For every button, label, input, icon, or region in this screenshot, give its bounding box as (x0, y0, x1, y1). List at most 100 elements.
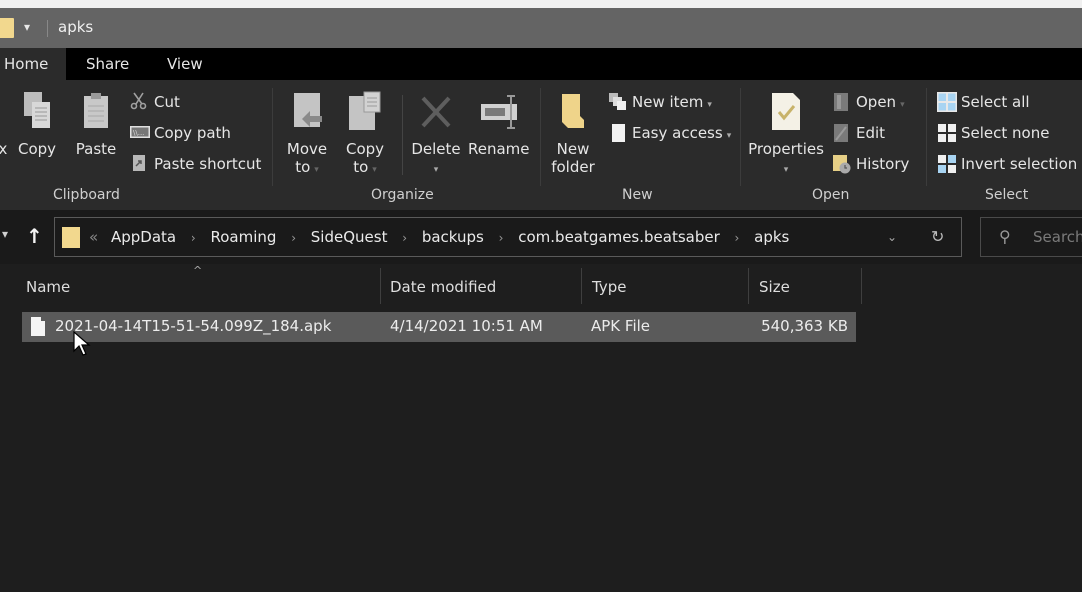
invert-selection-icon (937, 154, 956, 173)
breadcrumb-separator-icon[interactable]: › (191, 231, 196, 245)
group-label-select: Select (985, 187, 1029, 203)
move-to-icon (288, 90, 326, 134)
address-bar[interactable]: « AppData › Roaming › SideQuest › backup… (54, 217, 962, 257)
file-date-modified: 4/14/2021 10:51 AM (390, 317, 543, 335)
refresh-icon[interactable]: ↻ (931, 227, 944, 246)
breadcrumb-roaming[interactable]: Roaming (210, 228, 276, 246)
edit-icon (832, 123, 850, 142)
column-header-type[interactable]: Type (592, 272, 747, 304)
delete-button[interactable]: Delete ▾ (411, 90, 461, 179)
group-label-clipboard: Clipboard (53, 187, 120, 203)
breadcrumb-beatsaber[interactable]: com.beatgames.beatsaber (518, 228, 720, 246)
folder-icon (62, 227, 80, 248)
scissors-icon (130, 92, 148, 110)
tab-view[interactable]: View (153, 48, 217, 80)
properties-button[interactable]: Properties ▾ (748, 90, 824, 179)
open-button[interactable]: Open ▾ (832, 90, 905, 114)
quick-access-dropdown-icon[interactable]: ▾ (24, 20, 30, 34)
cut-button[interactable]: Cut (130, 90, 180, 114)
column-resize-handle[interactable] (380, 268, 381, 304)
mouse-pointer-icon (73, 331, 91, 356)
column-header-size[interactable]: Size (759, 272, 859, 304)
breadcrumb: « AppData › Roaming › SideQuest › backup… (89, 228, 789, 246)
select-none-icon (937, 122, 957, 143)
tab-share[interactable]: Share (72, 48, 143, 80)
group-label-open: Open (812, 187, 850, 203)
group-separator (926, 88, 927, 186)
up-arrow-icon[interactable]: ↑ (26, 224, 43, 248)
breadcrumb-separator-icon[interactable]: › (291, 231, 296, 245)
group-separator (540, 88, 541, 186)
copy-path-icon: \\... (130, 123, 150, 141)
breadcrumb-separator-icon[interactable]: › (499, 231, 504, 245)
file-list: ^ Name Date modified Type Size 2021-04-1… (0, 264, 1082, 592)
new-folder-icon (554, 90, 592, 134)
paste-shortcut-icon (130, 154, 148, 172)
organize-inner-separator (402, 95, 403, 175)
group-separator (740, 88, 741, 186)
address-history-chevron-icon[interactable]: ⌄ (887, 230, 897, 244)
file-icon (31, 317, 45, 336)
search-icon: ⚲ (999, 227, 1011, 246)
cut-partial-button[interactable]: x (0, 90, 10, 158)
history-button[interactable]: History (832, 152, 909, 176)
breadcrumb-separator-icon[interactable]: › (735, 231, 740, 245)
rename-icon (479, 90, 517, 134)
breadcrumb-backups[interactable]: backups (422, 228, 484, 246)
copy-to-button[interactable]: Copy to ▾ (342, 90, 388, 179)
background-window-strip (0, 0, 1082, 8)
ribbon-tabs: Home Share View (0, 48, 1082, 80)
invert-selection-button[interactable]: Invert selection (937, 152, 1077, 176)
history-icon (832, 154, 851, 173)
select-all-icon (937, 91, 957, 112)
properties-icon (767, 90, 805, 134)
easy-access-button[interactable]: Easy access ▾ (608, 121, 731, 145)
file-type: APK File (591, 317, 651, 335)
window-title: apks (58, 18, 94, 36)
copy-icon (18, 90, 56, 134)
move-to-button[interactable]: Move to ▾ (284, 90, 330, 179)
paste-button[interactable]: Paste (73, 90, 119, 158)
folder-icon[interactable] (0, 18, 14, 38)
file-row[interactable]: 2021-04-14T15-51-54.099Z_184.apk 4/14/20… (22, 312, 856, 342)
group-label-organize: Organize (371, 187, 434, 203)
breadcrumb-separator-icon[interactable]: › (402, 231, 407, 245)
copy-path-button[interactable]: \\... Copy path (130, 121, 231, 145)
group-label-new: New (622, 187, 653, 203)
column-resize-handle[interactable] (581, 268, 582, 304)
open-icon (832, 92, 850, 111)
recent-locations-chevron-icon[interactable]: ▾ (2, 227, 8, 241)
delete-x-icon (417, 90, 455, 134)
column-resize-handle[interactable] (861, 268, 862, 304)
column-header-date-modified[interactable]: Date modified (390, 272, 580, 304)
search-input[interactable] (1033, 226, 1082, 248)
select-all-button[interactable]: Select all (937, 90, 1030, 114)
select-none-button[interactable]: Select none (937, 121, 1049, 145)
clipboard-icon (77, 90, 115, 134)
tab-home[interactable]: Home (0, 48, 66, 80)
title-bar: ▾ apks (0, 8, 1082, 48)
title-separator (47, 20, 48, 37)
rename-button[interactable]: Rename (468, 90, 530, 158)
file-size: 540,363 KB (761, 317, 848, 335)
easy-access-icon (608, 123, 626, 142)
breadcrumb-overflow-icon[interactable]: « (89, 228, 98, 246)
copy-to-icon (346, 90, 384, 134)
breadcrumb-appdata[interactable]: AppData (111, 228, 176, 246)
group-separator (272, 88, 273, 186)
edit-button[interactable]: Edit (832, 121, 885, 145)
new-folder-button[interactable]: New folder (550, 90, 596, 176)
new-item-button[interactable]: New item ▾ (608, 90, 712, 114)
breadcrumb-sidequest[interactable]: SideQuest (311, 228, 388, 246)
file-name: 2021-04-14T15-51-54.099Z_184.apk (55, 317, 332, 335)
copy-button[interactable]: Copy (14, 90, 60, 158)
column-header-name[interactable]: Name (26, 272, 380, 304)
paste-shortcut-button[interactable]: Paste shortcut (130, 152, 261, 176)
ribbon: x Copy Paste Cut \\... Copy path Paste s… (0, 80, 1082, 210)
new-item-icon (608, 92, 626, 110)
navigation-bar: ▾ ↑ « AppData › Roaming › SideQuest › ba… (0, 210, 1082, 264)
column-resize-handle[interactable] (748, 268, 749, 304)
search-box[interactable]: ⚲ (980, 217, 1082, 257)
svg-text:\\...: \\... (133, 129, 144, 137)
breadcrumb-apks[interactable]: apks (754, 228, 789, 246)
